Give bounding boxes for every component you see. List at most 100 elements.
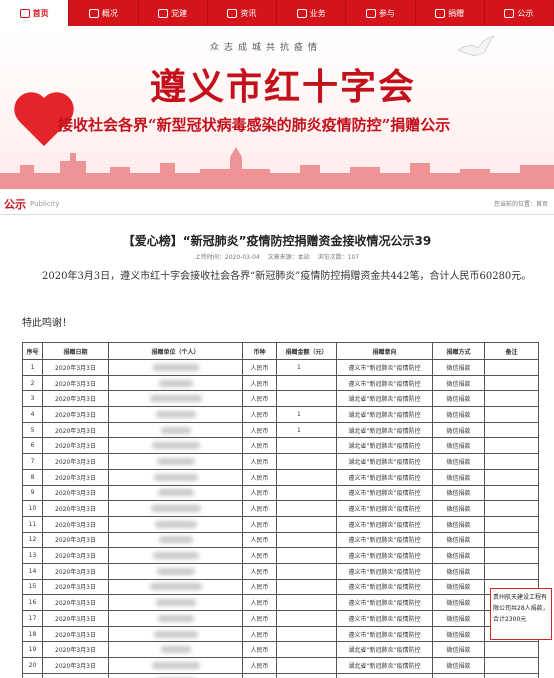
section-title: 公示 <box>4 197 26 211</box>
redacted-blur <box>154 520 197 528</box>
redacted-blur <box>151 442 200 450</box>
cell-method: 微信捐款 <box>432 421 485 439</box>
donor-cell-redacted <box>108 610 243 627</box>
cell-intent: 湖北省“新冠肺炎”疫情防控 <box>336 390 433 408</box>
cell-date: 2020年3月3日 <box>42 610 109 627</box>
cell-amount <box>276 531 337 549</box>
banner: 众志成城共抗疫情 遵义市红十字会 接收社会各界“新型冠状病毒感染的肺炎疫情防控”… <box>0 26 554 189</box>
donor-cell-redacted <box>108 657 243 674</box>
cell-currency: 人民币 <box>242 594 277 611</box>
remark-cell <box>484 374 539 392</box>
redacted-blur <box>155 410 196 418</box>
donor-cell-redacted <box>108 625 243 643</box>
table-row: 17 2020年3月3日 人民币 遵义市“新冠肺炎”疫情防控 微信捐款 <box>22 610 539 627</box>
column-header: 捐赠日期 <box>42 342 109 360</box>
cell-currency: 人民币 <box>242 500 277 517</box>
cell-intent: 湖北省“新冠肺炎”疫情防控 <box>336 421 433 439</box>
cell-method: 微信捐款 <box>432 468 485 486</box>
city-skyline-illustration <box>0 147 554 189</box>
section-subtitle: Publicity <box>30 199 60 208</box>
cell-currency: 人民币 <box>242 484 277 502</box>
nav-item-0[interactable]: 首页 <box>0 0 70 26</box>
nav-item-6[interactable]: 捐赠 <box>416 0 485 26</box>
donor-cell-redacted <box>108 374 243 392</box>
cell-no: 5 <box>22 421 43 439</box>
cell-intent: 遵义市“新冠肺炎”疫情防控 <box>336 578 433 596</box>
donor-cell-redacted <box>108 594 243 611</box>
cell-no: 4 <box>22 406 43 423</box>
cell-method: 微信捐款 <box>432 672 485 678</box>
remark-cell <box>484 500 539 517</box>
redacted-blur <box>149 583 202 591</box>
cell-currency: 人民币 <box>242 625 277 643</box>
cell-no: 11 <box>22 515 43 533</box>
donor-cell-redacted <box>108 437 243 455</box>
redacted-blur <box>156 457 195 465</box>
breadcrumb[interactable]: 您当前的位置：首页 <box>494 199 548 208</box>
nav-item-label: 党建 <box>171 8 188 18</box>
cell-amount <box>276 547 337 564</box>
table-row: 14 2020年3月3日 人民币 遵义市“新冠肺炎”疫情防控 微信捐款 <box>22 562 539 580</box>
cell-no: 7 <box>22 453 43 470</box>
nav-item-2[interactable]: 党建 <box>139 0 208 26</box>
nav-item-7[interactable]: 公示 <box>485 0 554 26</box>
upload-date: 上传时间：2020-03-04 <box>194 254 260 261</box>
donor-cell-redacted <box>108 484 243 502</box>
document-icon <box>504 8 515 18</box>
cell-date: 2020年3月3日 <box>42 437 109 455</box>
view-count: 浏览次数：107 <box>317 254 360 261</box>
cell-no: 19 <box>22 641 43 659</box>
table-header-row: 序号 捐赠日期 捐赠单位（个人） 币种 捐赠金额（元） 捐赠意向 捐赠方式 备注 <box>22 342 539 360</box>
cell-date: 2020年3月3日 <box>42 468 109 486</box>
cell-amount <box>276 374 337 392</box>
remark-cell <box>484 484 539 502</box>
table-row: 2 2020年3月3日 人民币 遵义市“新冠肺炎”疫情防控 微信捐款 <box>22 374 539 392</box>
donation-table: 序号 捐赠日期 捐赠单位（个人） 币种 捐赠金额（元） 捐赠意向 捐赠方式 备注 1 2020年… <box>22 342 539 678</box>
donor-cell-redacted <box>108 406 243 423</box>
table-row: 5 2020年3月3日 人民币 1 湖北省“新冠肺炎”疫情防控 微信捐款 <box>22 421 539 439</box>
table-row: 16 2020年3月3日 人民币 遵义市“新冠肺炎”疫情防控 微信捐款 <box>22 594 539 611</box>
column-header: 序号 <box>22 342 43 360</box>
nav-item-1[interactable]: 概况 <box>69 0 139 26</box>
column-header: 捐赠意向 <box>336 342 433 360</box>
cell-no: 12 <box>22 531 43 549</box>
cell-currency: 人民币 <box>242 515 277 533</box>
cell-currency: 人民币 <box>242 390 277 408</box>
cell-currency: 人民币 <box>242 421 277 439</box>
table-row: 3 2020年3月3日 人民币 湖北省“新冠肺炎”疫情防控 微信捐款 <box>22 390 539 408</box>
cell-intent: 遵义市“新冠肺炎”疫情防控 <box>336 672 433 678</box>
cell-currency: 人民币 <box>242 672 277 678</box>
cell-no: 10 <box>22 500 43 517</box>
cell-method: 微信捐款 <box>432 500 485 517</box>
redacted-blur <box>158 379 193 387</box>
table-row: 2020年3月3日 人民币 遵义市“新冠肺炎”疫情防控微信捐款 <box>22 672 539 678</box>
cell-no: 15 <box>22 578 43 596</box>
donor-cell-redacted <box>108 359 243 376</box>
cell-date: 2020年3月3日 <box>42 641 109 659</box>
cell-date: 2020年3月3日 <box>42 453 109 470</box>
donate-icon <box>435 8 446 18</box>
nav-item-5[interactable]: 参与 <box>346 0 416 26</box>
cell-date: 2020年3月3日 <box>42 562 109 580</box>
cell-currency: 人民币 <box>242 437 277 455</box>
cell-currency: 人民币 <box>242 359 277 376</box>
cell-currency: 人民币 <box>242 468 277 486</box>
redacted-blur <box>150 505 201 513</box>
cell-amount: 1 <box>276 359 337 376</box>
remark-cell <box>484 531 539 549</box>
cell-amount <box>276 453 337 470</box>
column-header: 币种 <box>242 342 277 360</box>
cell-method: 微信捐款 <box>432 578 485 596</box>
cell-intent: 遵义市“新冠肺炎”疫情防控 <box>336 359 433 376</box>
remark-cell <box>484 390 539 408</box>
cell-method: 微信捐款 <box>432 641 485 659</box>
table-row: 7 2020年3月3日 人民币 湖北省“新冠肺炎”疫情防控 微信捐款 <box>22 453 539 470</box>
nav-item-3[interactable]: 资讯 <box>208 0 277 26</box>
cell-method: 微信捐款 <box>432 374 485 392</box>
cell-date: 2020年3月3日 <box>42 657 109 674</box>
cell-amount <box>276 641 337 659</box>
nav-item-label: 业务 <box>309 8 326 18</box>
column-header: 备注 <box>484 342 539 360</box>
nav-item-4[interactable]: 业务 <box>277 0 347 26</box>
cell-method: 微信捐款 <box>432 390 485 408</box>
